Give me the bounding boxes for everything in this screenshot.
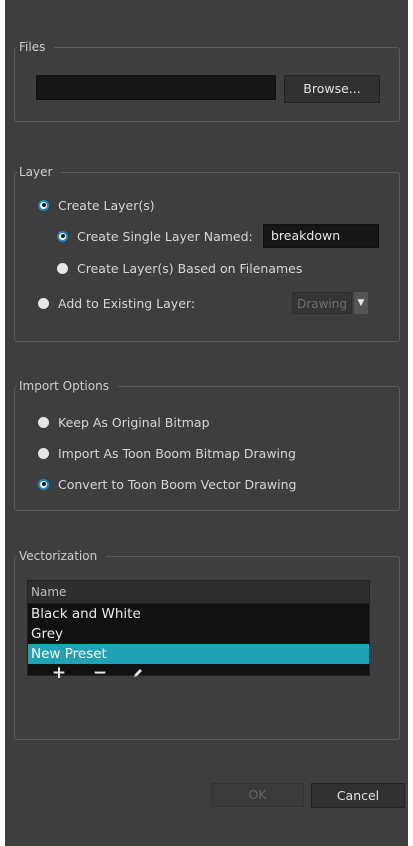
import-bitmap-drawing-radio[interactable]: Import As Toon Boom Bitmap Drawing (38, 444, 296, 462)
keep-original-bitmap-radio[interactable]: Keep As Original Bitmap (38, 413, 210, 431)
create-layers-radio[interactable]: Create Layer(s) (38, 196, 155, 214)
ok-button[interactable]: OK (211, 783, 304, 807)
convert-vector-drawing-radio[interactable]: Convert to Toon Boom Vector Drawing (38, 475, 296, 493)
browse-button[interactable]: Browse... (284, 75, 380, 103)
convert-vector-drawing-label: Convert to Toon Boom Vector Drawing (58, 476, 297, 492)
add-existing-layer-label: Add to Existing Layer: (58, 295, 196, 311)
add-preset-button[interactable]: + (51, 663, 67, 683)
layer-legend: Layer (17, 165, 62, 180)
list-item-selected[interactable]: New Preset (28, 644, 369, 664)
existing-layer-dropdown[interactable]: Drawing ▼ (292, 292, 368, 314)
pencil-icon (134, 669, 142, 677)
radio-checked-icon[interactable] (38, 478, 49, 490)
import-options-legend: Import Options (17, 379, 118, 394)
import-bitmap-drawing-label: Import As Toon Boom Bitmap Drawing (58, 445, 296, 461)
layer-group: Layer Create Layer(s) Create Single Laye… (14, 165, 400, 342)
single-layer-name-input[interactable]: breakdown (263, 224, 379, 248)
radio-checked-icon[interactable] (38, 199, 49, 211)
file-path-field[interactable] (36, 75, 276, 100)
list-column-header[interactable]: Name (28, 581, 369, 604)
vectorization-preset-list[interactable]: Name Black and White Grey New Preset (27, 580, 370, 676)
keep-original-bitmap-label: Keep As Original Bitmap (58, 414, 210, 430)
vectorization-legend: Vectorization (17, 549, 107, 564)
files-group: Files Browse... (14, 40, 400, 122)
existing-layer-value[interactable]: Drawing (292, 292, 352, 314)
list-item[interactable]: Grey (28, 624, 369, 644)
import-images-dialog: Files Browse... Layer Create Layer(s) Cr… (5, 0, 408, 846)
radio-unchecked-icon[interactable] (38, 297, 49, 309)
create-layers-label: Create Layer(s) (58, 197, 155, 213)
remove-preset-button[interactable]: − (92, 663, 108, 683)
create-single-layer-label: Create Single Layer Named: (77, 228, 253, 244)
radio-unchecked-icon[interactable] (38, 416, 49, 428)
edit-preset-button[interactable] (130, 665, 146, 681)
radio-unchecked-icon[interactable] (38, 447, 49, 459)
radio-checked-icon[interactable] (57, 230, 68, 242)
add-existing-layer-radio[interactable]: Add to Existing Layer: (38, 294, 195, 312)
files-legend: Files (17, 40, 55, 55)
radio-unchecked-icon[interactable] (57, 262, 68, 274)
list-item[interactable]: Black and White (28, 604, 369, 624)
import-options-group: Import Options Keep As Original Bitmap I… (14, 379, 400, 511)
based-on-filenames-radio[interactable]: Create Layer(s) Based on Filenames (57, 259, 302, 277)
cancel-button[interactable]: Cancel (311, 783, 405, 808)
chevron-down-icon[interactable]: ▼ (354, 292, 368, 314)
based-on-filenames-label: Create Layer(s) Based on Filenames (77, 260, 303, 276)
create-single-layer-radio[interactable]: Create Single Layer Named: (57, 227, 253, 245)
